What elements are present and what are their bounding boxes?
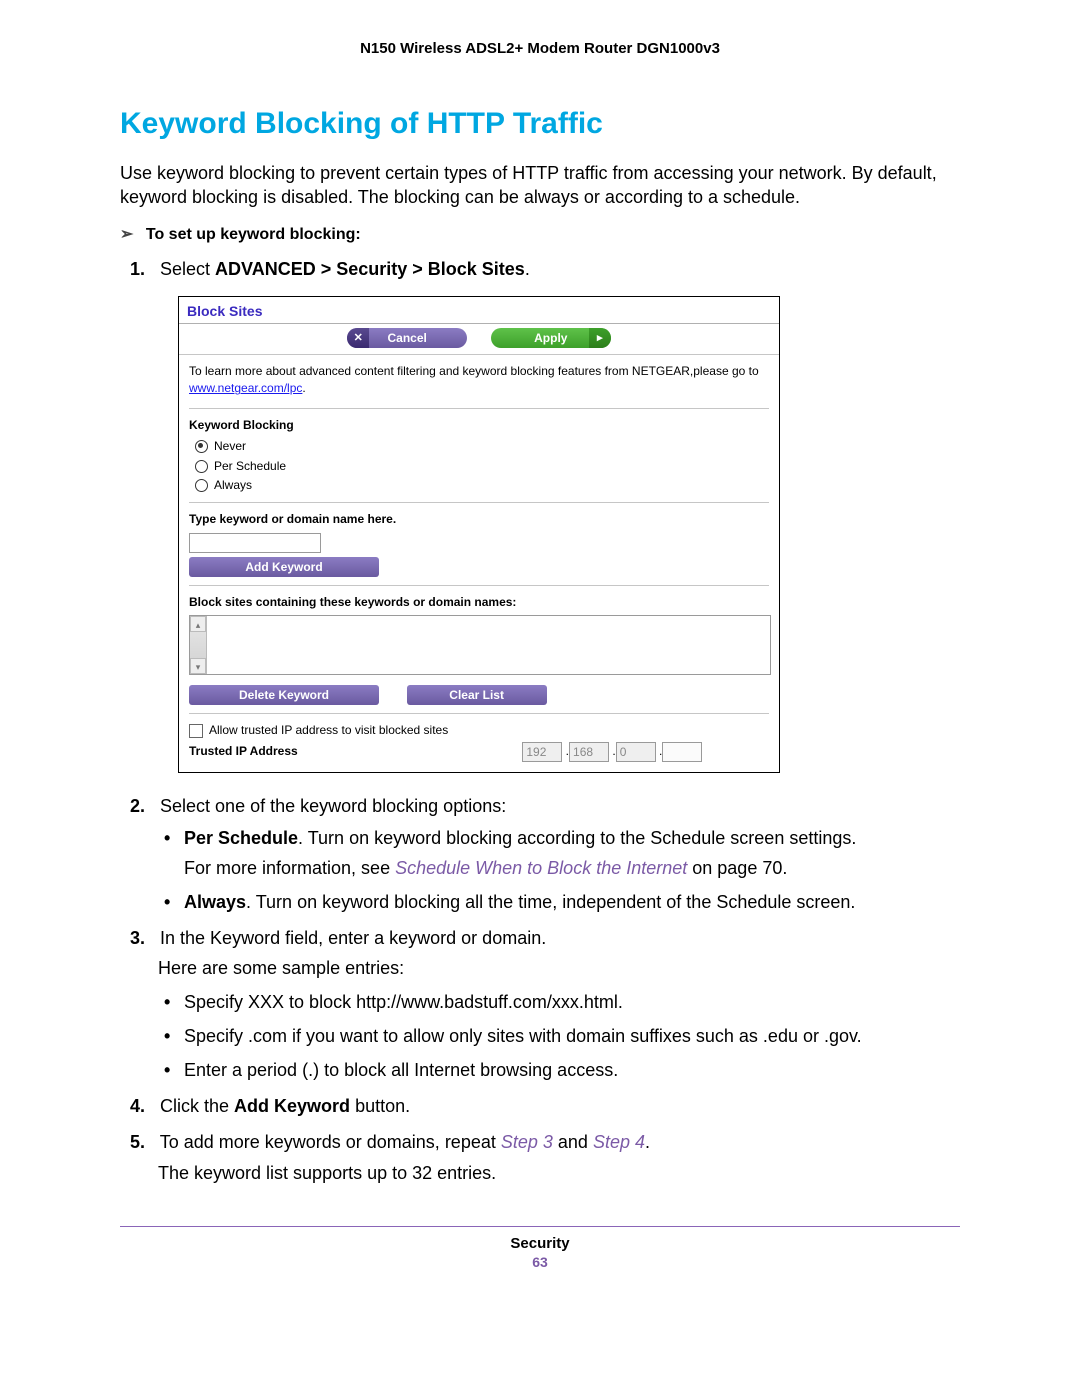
step-3-bullet-3: Enter a period (.) to block all Internet… bbox=[184, 1057, 960, 1083]
section-heading: Keyword Blocking of HTTP Traffic bbox=[120, 107, 960, 141]
add-keyword-button[interactable]: Add Keyword bbox=[189, 557, 379, 577]
radio-always-row[interactable]: Always bbox=[195, 477, 769, 494]
radio-per-schedule-row[interactable]: Per Schedule bbox=[195, 458, 769, 475]
step-5-text-a: To add more keywords or domains, repeat bbox=[160, 1132, 501, 1152]
info-text-a: To learn more about advanced content fil… bbox=[189, 364, 759, 378]
apply-button-label: Apply bbox=[534, 331, 567, 345]
info-text: To learn more about advanced content fil… bbox=[189, 363, 769, 398]
cross-ref-step4[interactable]: Step 4 bbox=[593, 1132, 645, 1152]
step-2-bullet-1-sub-b: on page 70. bbox=[687, 858, 787, 878]
block-sites-ui: Block Sites ✕ Cancel Apply ▸ To learn mo… bbox=[178, 296, 780, 773]
step-5-sub: The keyword list supports up to 32 entri… bbox=[158, 1160, 960, 1186]
keyword-listbox[interactable]: ▴ ▾ bbox=[189, 615, 771, 675]
footer-page-number: 63 bbox=[120, 1254, 960, 1270]
step-4-text-b: button. bbox=[350, 1096, 410, 1116]
step-5-text-c: . bbox=[645, 1132, 650, 1152]
step-1-text-c: . bbox=[525, 259, 530, 279]
step-3-bullet-1: Specify XXX to block http://www.badstuff… bbox=[184, 989, 960, 1015]
radio-never-label: Never bbox=[214, 438, 246, 455]
ip-octet-1: 192 bbox=[522, 742, 562, 762]
scrollbar[interactable]: ▴ ▾ bbox=[190, 616, 207, 674]
scroll-down-icon[interactable]: ▾ bbox=[190, 658, 206, 674]
keyword-blocking-label: Keyword Blocking bbox=[189, 417, 769, 434]
cancel-button[interactable]: ✕ Cancel bbox=[347, 328, 467, 348]
step-2-bullet-2-text: . Turn on keyword blocking all the time,… bbox=[246, 892, 855, 912]
step-1-text-a: Select bbox=[160, 259, 215, 279]
trusted-ip-checkbox-label: Allow trusted IP address to visit blocke… bbox=[209, 722, 448, 739]
trusted-ip-label: Trusted IP Address bbox=[189, 743, 519, 760]
step-2-bullet-1-text: . Turn on keyword blocking according to … bbox=[298, 828, 856, 848]
cancel-button-label: Cancel bbox=[388, 331, 427, 345]
step-3-bullet-2: Specify .com if you want to allow only s… bbox=[184, 1023, 960, 1049]
radio-per-schedule[interactable] bbox=[195, 460, 208, 473]
step-2-text: Select one of the keyword blocking optio… bbox=[160, 796, 506, 816]
scroll-up-icon[interactable]: ▴ bbox=[190, 616, 206, 632]
step-2-bullet-1-term: Per Schedule bbox=[184, 828, 298, 848]
ip-octet-2: 168 bbox=[569, 742, 609, 762]
ip-octet-3: 0 bbox=[616, 742, 656, 762]
radio-always-label: Always bbox=[214, 477, 252, 494]
clear-list-button[interactable]: Clear List bbox=[407, 685, 547, 705]
step-4-button-name: Add Keyword bbox=[234, 1096, 350, 1116]
step-3: 3. In the Keyword field, enter a keyword… bbox=[158, 925, 960, 1083]
procedure-heading: ➢ To set up keyword blocking: bbox=[120, 224, 960, 244]
step-5: 5. To add more keywords or domains, repe… bbox=[158, 1129, 960, 1185]
footer-section: Security bbox=[120, 1235, 960, 1252]
cross-ref-schedule[interactable]: Schedule When to Block the Internet bbox=[395, 858, 687, 878]
type-keyword-label: Type keyword or domain name here. bbox=[189, 511, 769, 528]
intro-paragraph: Use keyword blocking to prevent certain … bbox=[120, 161, 960, 210]
step-2: 2. Select one of the keyword blocking op… bbox=[158, 793, 960, 915]
apply-button[interactable]: Apply ▸ bbox=[491, 328, 611, 348]
chevron-right-icon: ▸ bbox=[589, 328, 611, 348]
ip-octet-4[interactable] bbox=[662, 742, 702, 762]
step-2-bullet-2: Always. Turn on keyword blocking all the… bbox=[184, 889, 960, 915]
trusted-ip-checkbox[interactable] bbox=[189, 724, 203, 738]
step-4: 4. Click the Add Keyword button. bbox=[158, 1093, 960, 1119]
procedure-heading-text: To set up keyword blocking: bbox=[146, 226, 361, 243]
panel-toolbar: ✕ Cancel Apply ▸ bbox=[179, 324, 779, 355]
step-3-text: In the Keyword field, enter a keyword or… bbox=[160, 928, 546, 948]
trusted-ip-checkbox-row[interactable]: Allow trusted IP address to visit blocke… bbox=[189, 722, 769, 739]
block-list-label: Block sites containing these keywords or… bbox=[189, 594, 769, 611]
radio-never[interactable] bbox=[195, 440, 208, 453]
step-1: 1. Select ADVANCED > Security > Block Si… bbox=[158, 256, 960, 773]
radio-always[interactable] bbox=[195, 479, 208, 492]
step-1-path: ADVANCED > Security > Block Sites bbox=[215, 259, 525, 279]
radio-never-row[interactable]: Never bbox=[195, 438, 769, 455]
cross-ref-step3[interactable]: Step 3 bbox=[501, 1132, 553, 1152]
doc-header: N150 Wireless ADSL2+ Modem Router DGN100… bbox=[120, 40, 960, 57]
info-text-b: . bbox=[302, 381, 305, 395]
panel-title: Block Sites bbox=[179, 297, 779, 324]
close-icon: ✕ bbox=[347, 328, 369, 348]
step-4-text-a: Click the bbox=[160, 1096, 234, 1116]
chevron-right-icon: ➢ bbox=[120, 224, 133, 244]
footer-rule bbox=[120, 1226, 960, 1227]
step-5-mid: and bbox=[553, 1132, 593, 1152]
step-2-bullet-1: Per Schedule. Turn on keyword blocking a… bbox=[184, 825, 960, 881]
step-3-intro: Here are some sample entries: bbox=[158, 955, 960, 981]
delete-keyword-button[interactable]: Delete Keyword bbox=[189, 685, 379, 705]
step-2-bullet-1-sub-a: For more information, see bbox=[184, 858, 395, 878]
radio-per-schedule-label: Per Schedule bbox=[214, 458, 286, 475]
keyword-input[interactable] bbox=[189, 533, 321, 553]
step-2-bullet-2-term: Always bbox=[184, 892, 246, 912]
info-link[interactable]: www.netgear.com/lpc bbox=[189, 381, 302, 395]
